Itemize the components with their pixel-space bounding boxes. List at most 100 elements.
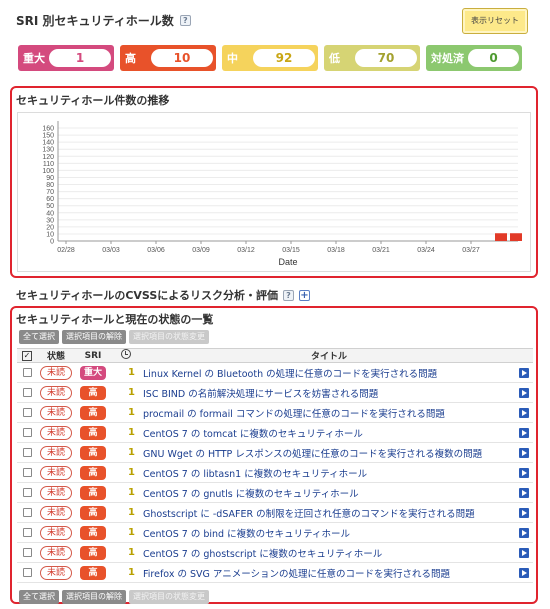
detail-arrow-icon[interactable] (519, 487, 529, 498)
count-cell: 1 (111, 527, 141, 538)
row-check-cell (17, 428, 37, 437)
row-checkbox[interactable] (22, 408, 32, 417)
select-all-button[interactable]: 全て選択 (19, 330, 59, 344)
count-critical[interactable]: 重大 1 (18, 45, 114, 71)
vulnerability-title-link[interactable]: CentOS 7 の bind に複数のセキュリティホール (143, 526, 515, 540)
row-checkbox[interactable] (22, 528, 32, 537)
status-badge[interactable]: 未読 (40, 385, 72, 400)
detail-arrow-icon[interactable] (519, 467, 529, 478)
host-count: 1 (128, 447, 135, 458)
count-label: 中 (227, 52, 238, 65)
sri-cell: 高 (75, 565, 111, 580)
detail-arrow-icon[interactable] (519, 567, 529, 578)
status-badge[interactable]: 未読 (40, 485, 72, 500)
vulnerability-title-link[interactable]: Linux Kernel の Bluetooth の処理に任意のコードを実行され… (143, 366, 515, 380)
status-badge[interactable]: 未読 (40, 425, 72, 440)
count-resolved[interactable]: 対処済 0 (426, 45, 522, 71)
table-row[interactable]: 未読高 1 CentOS 7 の gnutls に複数のセキュリティホール (17, 483, 533, 503)
deselect-button[interactable]: 選択項目の解除 (62, 590, 126, 604)
vulnerability-title-link[interactable]: GNU Wget の HTTP レスポンスの処理に任意のコードを実行される複数の… (143, 446, 515, 460)
row-check-cell (17, 548, 37, 557)
row-check-cell (17, 468, 37, 477)
reset-display-button[interactable]: 表示リセット (462, 8, 528, 34)
status-badge[interactable]: 未読 (40, 365, 72, 380)
cvss-heading[interactable]: セキュリティホールのCVSSによるリスク分析・評価 ? + (16, 287, 310, 303)
y-tick-label: 40 (46, 210, 54, 217)
select-all-button[interactable]: 全て選択 (19, 590, 59, 604)
vulnerability-title-link[interactable]: CentOS 7 の tomcat に複数のセキュリティホール (143, 426, 515, 440)
row-checkbox[interactable] (22, 388, 32, 397)
row-checkbox[interactable] (22, 568, 32, 577)
vulnerability-title-link[interactable]: Firefox の SVG アニメーションの処理に任意のコードを実行される問題 (143, 566, 515, 580)
host-count: 1 (128, 467, 135, 478)
status-badge[interactable]: 未読 (40, 505, 72, 520)
table-row[interactable]: 未読高 1 ISC BIND の名前解決処理にサービスを妨害される問題 (17, 383, 533, 403)
change-status-button[interactable]: 選択項目の状態変更 (129, 590, 209, 604)
vulnerability-title-link[interactable]: Ghostscript に -dSAFER の制限を迂回され任意のコマンドを実行… (143, 506, 515, 520)
table-row[interactable]: 未読 重大 1 Linux Kernel の Bluetooth の処理に任意のコード… (17, 363, 533, 383)
expand-icon[interactable]: + (298, 289, 310, 301)
count-high[interactable]: 高 10 (120, 45, 216, 71)
status-badge[interactable]: 未読 (40, 565, 72, 580)
page-title-text: SRI 別セキュリティホール数 (16, 14, 174, 28)
select-all-checkbox-icon[interactable]: ✓ (22, 350, 32, 361)
detail-arrow-icon[interactable] (519, 367, 529, 378)
detail-arrow-icon[interactable] (519, 447, 529, 458)
table-row[interactable]: 未読高 1 Firefox の SVG アニメーションの処理に任意のコードを実行され… (17, 563, 533, 583)
title-cell: GNU Wget の HTTP レスポンスの処理に任意のコードを実行される複数の… (141, 446, 515, 460)
row-checkbox[interactable] (22, 548, 32, 557)
detail-arrow-icon[interactable] (519, 427, 529, 438)
row-check-cell (17, 388, 37, 397)
detail-arrow-icon[interactable] (519, 507, 529, 518)
change-status-button[interactable]: 選択項目の状態変更 (129, 330, 209, 344)
status-badge[interactable]: 未読 (40, 545, 72, 560)
row-checkbox[interactable] (22, 508, 32, 517)
row-checkbox[interactable] (22, 428, 32, 437)
detail-arrow-icon[interactable] (519, 527, 529, 538)
header-status[interactable]: 状態 (37, 349, 75, 362)
vulnerability-title-link[interactable]: procmail の formail コマンドの処理に任意のコードを実行される問… (143, 406, 515, 420)
header-sri[interactable]: SRI (75, 351, 111, 361)
table-row[interactable]: 未読高 1 Ghostscript に -dSAFER の制限を迂回され任意のコマン… (17, 503, 533, 523)
table-row[interactable]: 未読高 1 GNU Wget の HTTP レスポンスの処理に任意のコードを実行され… (17, 443, 533, 463)
sri-badge: 高 (80, 525, 106, 540)
detail-arrow-icon[interactable] (519, 387, 529, 398)
count-medium[interactable]: 中 92 (222, 45, 318, 71)
detail-arrow-icon[interactable] (519, 407, 529, 418)
table-row[interactable]: 未読高 1 procmail の formail コマンドの処理に任意のコードを実行… (17, 403, 533, 423)
status-badge[interactable]: 未読 (40, 465, 72, 480)
status-badge[interactable]: 未読 (40, 405, 72, 420)
help-icon[interactable]: ? (179, 15, 191, 26)
vulnerability-title-link[interactable]: CentOS 7 の libtasn1 に複数のセキュリティホール (143, 466, 515, 480)
header-title[interactable]: タイトル (141, 349, 515, 362)
title-cell: procmail の formail コマンドの処理に任意のコードを実行される問… (141, 406, 515, 420)
y-tick-label: 110 (43, 161, 54, 168)
count-label: 低 (329, 52, 340, 65)
row-checkbox[interactable] (22, 488, 32, 497)
title-cell: CentOS 7 の ghostscript に複数のセキュリティホール (141, 546, 515, 560)
table-row[interactable]: 未読高 1 CentOS 7 の ghostscript に複数のセキュリティホール (17, 543, 533, 563)
count-value: 10 (151, 49, 213, 67)
row-checkbox[interactable] (22, 468, 32, 477)
x-tick-label: 03/15 (282, 247, 300, 254)
row-checkbox[interactable] (22, 368, 32, 377)
header-clock-cell[interactable] (111, 349, 141, 362)
host-count: 1 (128, 407, 135, 418)
status-badge[interactable]: 未読 (40, 525, 72, 540)
help-icon[interactable]: ? (282, 289, 294, 301)
vulnerability-title-link[interactable]: CentOS 7 の ghostscript に複数のセキュリティホール (143, 546, 515, 560)
table-row[interactable]: 未読高 1 CentOS 7 の tomcat に複数のセキュリティホール (17, 423, 533, 443)
table-row[interactable]: 未読高 1 CentOS 7 の libtasn1 に複数のセキュリティホール (17, 463, 533, 483)
vulnerability-title-link[interactable]: ISC BIND の名前解決処理にサービスを妨害される問題 (143, 386, 515, 400)
top-action-buttons: 全て選択 選択項目の解除 選択項目の状態変更 (19, 330, 209, 344)
row-checkbox[interactable] (22, 448, 32, 457)
count-low[interactable]: 低 70 (324, 45, 420, 71)
host-count: 1 (128, 387, 135, 398)
count-value: 0 (468, 49, 519, 67)
deselect-button[interactable]: 選択項目の解除 (62, 330, 126, 344)
host-count: 1 (128, 547, 135, 558)
vulnerability-title-link[interactable]: CentOS 7 の gnutls に複数のセキュリティホール (143, 486, 515, 500)
detail-arrow-icon[interactable] (519, 547, 529, 558)
table-row[interactable]: 未読高 1 CentOS 7 の bind に複数のセキュリティホール (17, 523, 533, 543)
status-badge[interactable]: 未読 (40, 445, 72, 460)
